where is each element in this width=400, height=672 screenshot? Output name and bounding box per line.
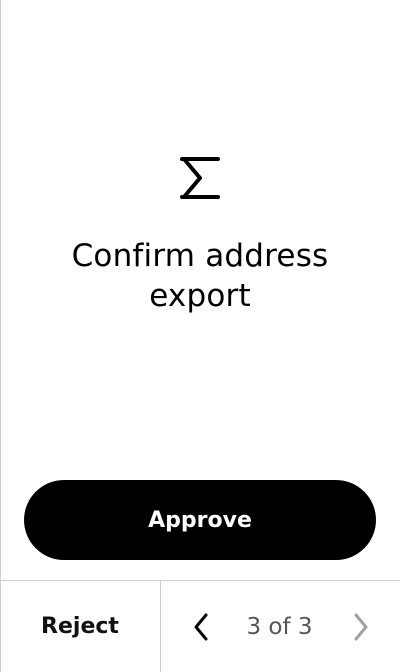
approve-button[interactable]: Approve <box>24 480 376 560</box>
footer-bar: Reject 3 of 3 <box>0 580 400 672</box>
left-edge-divider <box>0 0 1 672</box>
chevron-right-icon <box>354 613 368 641</box>
chevron-left-icon <box>194 613 208 641</box>
sigma-icon <box>180 157 220 199</box>
page-title: Confirm address export <box>71 238 329 314</box>
confirm-export-screen: Confirm address export Approve Reject 3 … <box>0 0 400 672</box>
pager: 3 of 3 <box>161 581 400 672</box>
reject-button[interactable]: Reject <box>0 581 160 672</box>
previous-page-button[interactable] <box>183 607 219 647</box>
page-indicator: 3 of 3 <box>246 613 313 640</box>
next-page-button[interactable] <box>343 607 379 647</box>
